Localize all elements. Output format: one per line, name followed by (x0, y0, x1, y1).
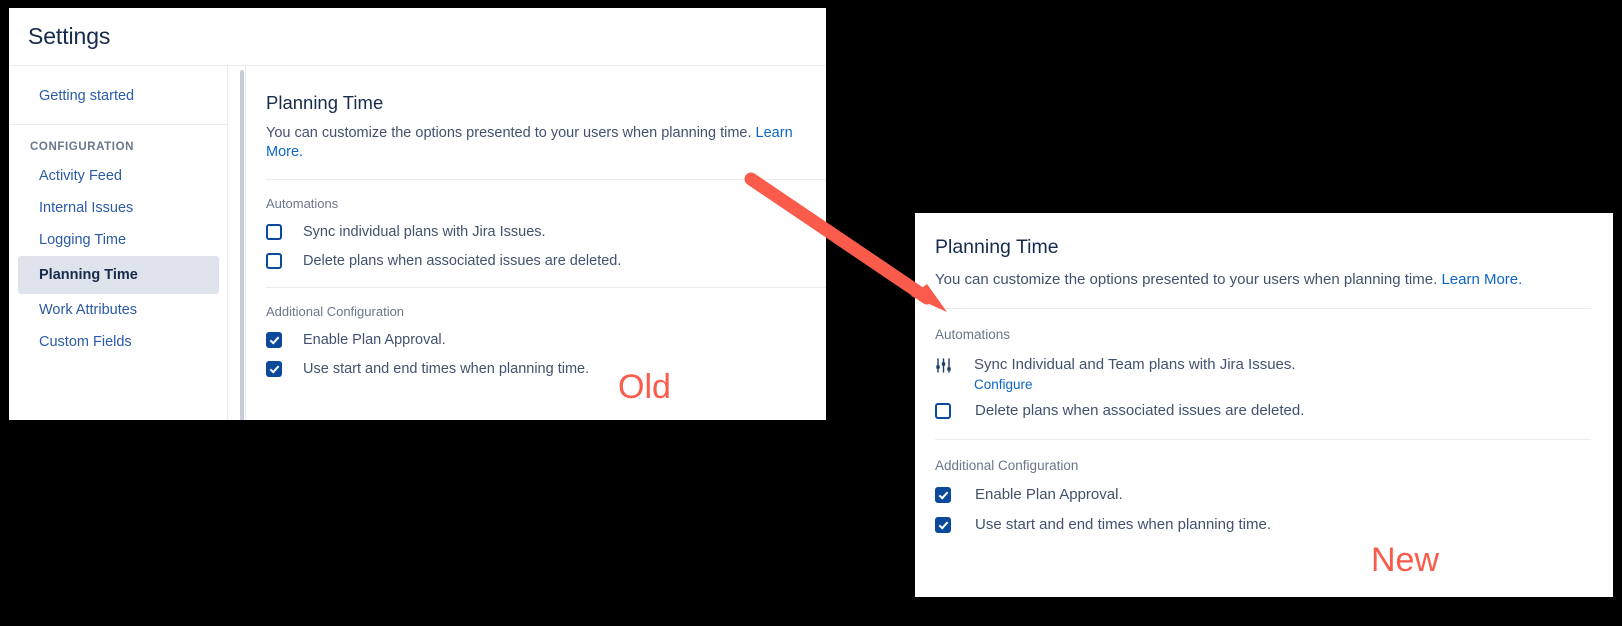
learn-more-link[interactable]: Learn More. (1441, 271, 1522, 288)
settings-content-pane: Planning Time You can customize the opti… (245, 66, 826, 420)
page-title: Settings (28, 23, 111, 49)
divider (935, 439, 1591, 440)
sidebar-item-work-attributes[interactable]: Work Attributes (18, 294, 219, 326)
checkbox-enable-plan-approval[interactable] (266, 332, 282, 348)
additional-configuration-group-label: Additional Configuration (935, 458, 1079, 473)
checkbox-label: Enable Plan Approval. (975, 486, 1123, 503)
checkbox-row-delete-plans[interactable]: Delete plans when associated issues are … (935, 402, 1591, 420)
section-title: Planning Time (266, 92, 384, 113)
sync-plans-label: Sync Individual and Team plans with Jira… (974, 356, 1296, 373)
section-title: Planning Time (935, 236, 1059, 258)
checkbox-label: Use start and end times when planning ti… (303, 361, 590, 377)
checkbox-row-enable-plan-approval[interactable]: Enable Plan Approval. (266, 331, 826, 349)
annotation-label-old: Old (618, 368, 671, 406)
checkbox-sync-individual-plans[interactable] (266, 224, 282, 240)
sidebar-scrollbar[interactable] (240, 70, 244, 420)
settings-body: Getting started CONFIGURATION Activity F… (9, 66, 826, 420)
automations-group-label: Automations (266, 196, 339, 211)
additional-configuration-group-label: Additional Configuration (266, 304, 405, 319)
automations-group-label: Automations (935, 327, 1011, 342)
settings-sidebar: Getting started CONFIGURATION Activity F… (9, 66, 228, 420)
checkbox-delete-plans[interactable] (266, 253, 282, 269)
sidebar-item-internal-issues[interactable]: Internal Issues (18, 192, 219, 224)
sidebar-item-planning-time[interactable]: Planning Time (18, 256, 219, 294)
checkbox-label: Sync individual plans with Jira Issues. (303, 224, 546, 240)
new-settings-panel: Planning Time You can customize the opti… (915, 213, 1613, 597)
sidebar-item-logging-time[interactable]: Logging Time (18, 224, 219, 256)
checkbox-delete-plans[interactable] (935, 403, 951, 419)
settings-header: Settings (9, 8, 826, 66)
checkbox-row-use-start-end-times[interactable]: Use start and end times when planning ti… (935, 516, 1591, 534)
divider (266, 179, 826, 180)
checkbox-label: Delete plans when associated issues are … (303, 253, 622, 269)
checkbox-use-start-end-times[interactable] (266, 361, 282, 377)
checkbox-row-sync-individual-plans[interactable]: Sync individual plans with Jira Issues. (266, 223, 826, 241)
configure-link[interactable]: Configure (974, 377, 1296, 392)
checkbox-label: Use start and end times when planning ti… (975, 516, 1271, 533)
divider (266, 287, 826, 288)
checkbox-enable-plan-approval[interactable] (935, 487, 951, 503)
checkbox-row-use-start-end-times[interactable]: Use start and end times when planning ti… (266, 360, 826, 378)
section-description: You can customize the options presented … (266, 124, 826, 162)
annotation-label-new: New (1371, 541, 1440, 579)
checkbox-row-enable-plan-approval[interactable]: Enable Plan Approval. (935, 486, 1591, 504)
sidebar-item-activity-feed[interactable]: Activity Feed (18, 160, 219, 192)
old-settings-window: Settings Getting started CONFIGURATION A… (9, 8, 826, 420)
section-description-text: You can customize the options presented … (266, 125, 752, 141)
section-description-text: You can customize the options presented … (935, 271, 1438, 288)
checkbox-label: Delete plans when associated issues are … (975, 402, 1305, 419)
sidebar-section-configuration: CONFIGURATION (30, 141, 135, 153)
sidebar-item-getting-started[interactable]: Getting started (18, 80, 219, 112)
divider (935, 308, 1591, 309)
sync-plans-text-block: Sync Individual and Team plans with Jira… (974, 355, 1296, 392)
checkbox-label: Enable Plan Approval. (303, 332, 446, 348)
checkbox-row-delete-plans[interactable]: Delete plans when associated issues are … (266, 252, 826, 270)
checkbox-use-start-end-times[interactable] (935, 517, 951, 533)
sliders-icon (935, 357, 952, 374)
section-description: You can customize the options presented … (935, 270, 1591, 289)
sidebar-item-custom-fields[interactable]: Custom Fields (18, 326, 219, 358)
sync-plans-row[interactable]: Sync Individual and Team plans with Jira… (935, 355, 1591, 392)
